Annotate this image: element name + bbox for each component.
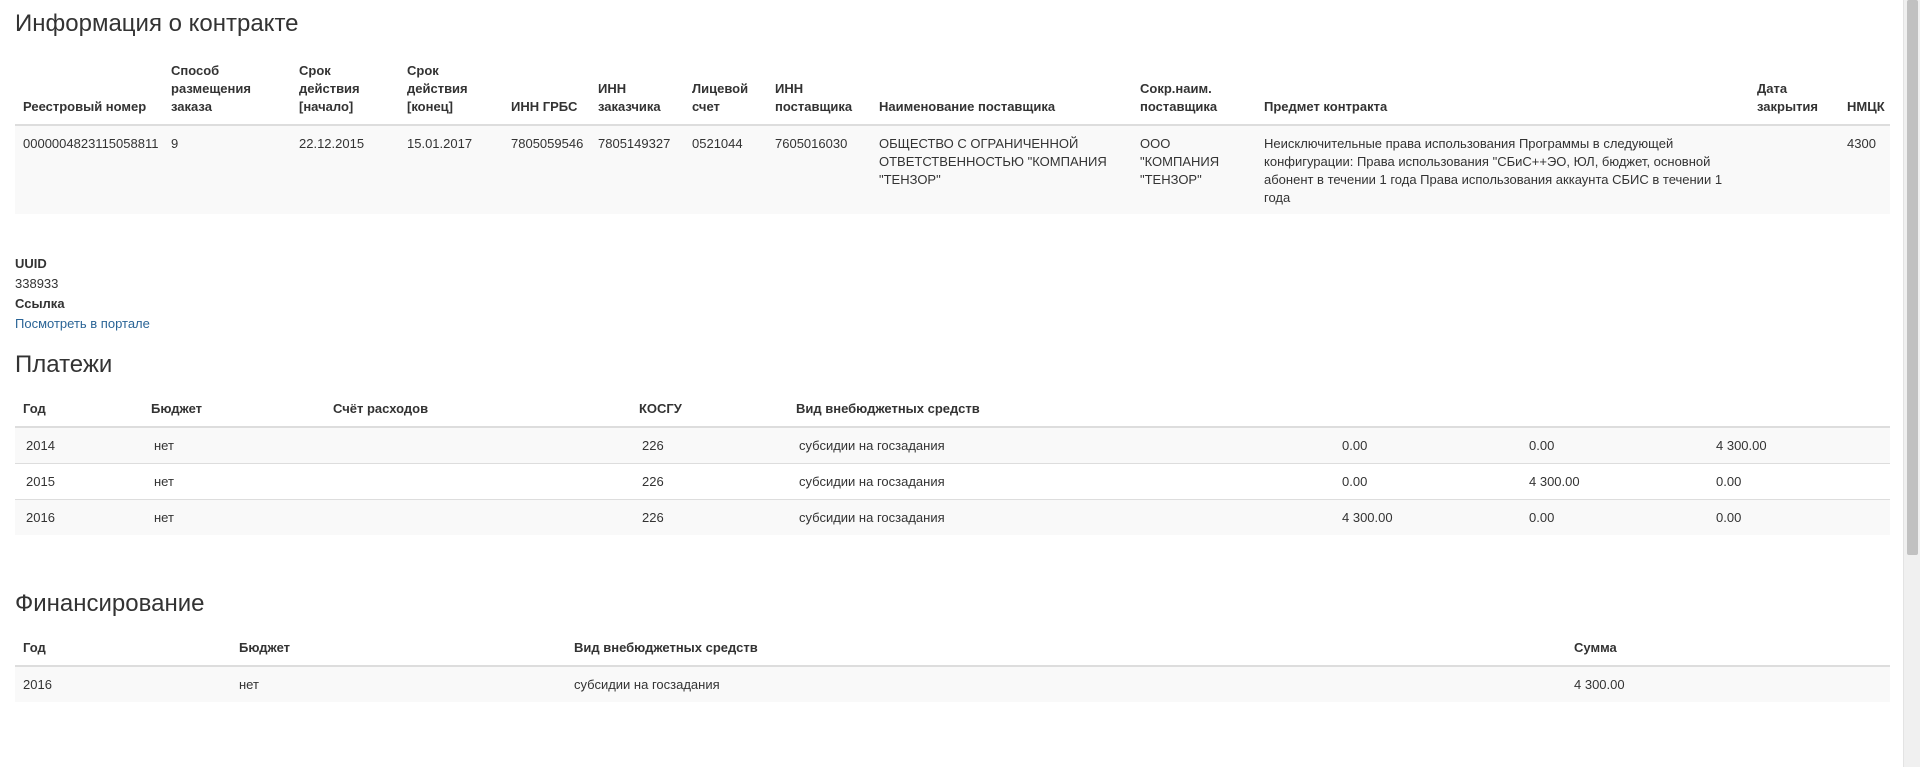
fund-type-cell: субсидии на госзадания <box>788 499 1331 535</box>
table-row: 0000004823115058811 9 22.12.2015 15.01.2… <box>15 125 1890 214</box>
start-date-cell: 22.12.2015 <box>291 125 399 214</box>
table-row: 2015 нет 226 субсидии на госзадания 0.00… <box>15 463 1890 500</box>
col-year: Год <box>15 632 231 667</box>
col-amount-1 <box>1331 393 1518 428</box>
expense-account-cell <box>325 463 631 500</box>
budget-cell: нет <box>143 499 325 535</box>
inn-customer-cell: 7805149327 <box>590 125 684 214</box>
year-cell: 2015 <box>15 463 143 500</box>
account-cell: 0521044 <box>684 125 767 214</box>
col-expense-account: Счёт расходов <box>325 393 631 428</box>
uuid-value: 338933 <box>15 276 59 291</box>
method-cell: 9 <box>163 125 291 214</box>
payments-header-row: Год Бюджет Счёт расходов КОСГУ Вид внебю… <box>15 393 1890 428</box>
col-budget: Бюджет <box>231 632 566 667</box>
amount-3-cell: 4 300.00 <box>1705 427 1890 464</box>
portal-link[interactable]: Посмотреть в портале <box>15 316 150 331</box>
col-fund-type: Вид внебюджетных средств <box>788 393 1331 428</box>
kosgu-cell: 226 <box>631 427 788 464</box>
close-date-cell <box>1749 125 1839 214</box>
sum-cell: 4 300.00 <box>1566 666 1890 702</box>
subject-cell: Неисключительные права использования Про… <box>1256 125 1749 214</box>
col-supplier-short: Сокр.наим. поставщика <box>1132 55 1256 126</box>
col-year: Год <box>15 393 143 428</box>
budget-cell: нет <box>143 463 325 500</box>
amount-2-cell: 4 300.00 <box>1518 463 1705 500</box>
col-inn-supplier: ИНН поставщика <box>767 55 871 126</box>
amount-1-cell: 0.00 <box>1331 463 1518 500</box>
contract-info-title: Информация о контракте <box>15 10 299 37</box>
year-cell: 2016 <box>15 666 231 702</box>
expense-account-cell <box>325 427 631 464</box>
reg-number-cell: 0000004823115058811 <box>15 125 163 214</box>
col-amount-3 <box>1705 393 1890 428</box>
fund-type-cell: субсидии на госзадания <box>566 666 1566 702</box>
fund-type-cell: субсидии на госзадания <box>788 463 1331 500</box>
col-subject: Предмет контракта <box>1256 55 1749 126</box>
table-row: 2016 нет 226 субсидии на госзадания 4 30… <box>15 499 1890 535</box>
inn-supplier-cell: 7605016030 <box>767 125 871 214</box>
amount-1-cell: 4 300.00 <box>1331 499 1518 535</box>
col-budget: Бюджет <box>143 393 325 428</box>
year-cell: 2014 <box>15 427 143 464</box>
payments-table: Год Бюджет Счёт расходов КОСГУ Вид внебю… <box>15 393 1890 535</box>
amount-2-cell: 0.00 <box>1518 499 1705 535</box>
table-row: 2014 нет 226 субсидии на госзадания 0.00… <box>15 427 1890 464</box>
col-nmck: НМЦК <box>1839 55 1890 126</box>
col-inn-grbs: ИНН ГРБС <box>503 55 590 126</box>
contract-table: Реестровый номер Способ размещения заказ… <box>15 55 1890 214</box>
budget-cell: нет <box>143 427 325 464</box>
col-end: Срок действия [конец] <box>399 55 503 126</box>
fund-type-cell: субсидии на госзадания <box>788 427 1331 464</box>
financing-header-row: Год Бюджет Вид внебюджетных средств Сумм… <box>15 632 1890 667</box>
contract-header-row: Реестровый номер Способ размещения заказ… <box>15 55 1890 126</box>
year-cell: 2016 <box>15 499 143 535</box>
nmck-cell: 4300 <box>1839 125 1890 214</box>
kosgu-cell: 226 <box>631 463 788 500</box>
amount-1-cell: 0.00 <box>1331 427 1518 464</box>
inn-grbs-cell: 7805059546 <box>503 125 590 214</box>
uuid-label: UUID <box>15 256 47 271</box>
col-fund-type: Вид внебюджетных средств <box>566 632 1566 667</box>
vertical-scrollbar[interactable] <box>1903 0 1920 767</box>
supplier-name-cell: ОБЩЕСТВО С ОГРАНИЧЕННОЙ ОТВЕТСТВЕННОСТЬЮ… <box>871 125 1132 214</box>
amount-3-cell: 0.00 <box>1705 499 1890 535</box>
scrollbar-thumb[interactable] <box>1907 0 1918 555</box>
expense-account-cell <box>325 499 631 535</box>
link-value: Посмотреть в портале <box>15 314 150 334</box>
col-account: Лицевой счет <box>684 55 767 126</box>
col-inn-customer: ИНН заказчика <box>590 55 684 126</box>
financing-title: Финансирование <box>15 590 205 617</box>
end-date-cell: 15.01.2017 <box>399 125 503 214</box>
col-sum: Сумма <box>1566 632 1890 667</box>
link-label: Ссылка <box>15 296 65 311</box>
financing-table: Год Бюджет Вид внебюджетных средств Сумм… <box>15 632 1890 702</box>
col-method: Способ размещения заказа <box>163 55 291 126</box>
budget-cell: нет <box>231 666 566 702</box>
col-amount-2 <box>1518 393 1705 428</box>
table-row: 2016 нет субсидии на госзадания 4 300.00 <box>15 666 1890 702</box>
col-reg-number: Реестровый номер <box>15 55 163 126</box>
amount-3-cell: 0.00 <box>1705 463 1890 500</box>
contract-meta: UUID 338933 Ссылка Посмотреть в портале <box>15 254 150 334</box>
col-kosgu: КОСГУ <box>631 393 788 428</box>
payments-title: Платежи <box>15 351 113 378</box>
col-close-date: Дата закрытия <box>1749 55 1839 126</box>
col-start: Срок действия [начало] <box>291 55 399 126</box>
kosgu-cell: 226 <box>631 499 788 535</box>
amount-2-cell: 0.00 <box>1518 427 1705 464</box>
supplier-short-cell: ООО "КОМПАНИЯ "ТЕНЗОР" <box>1132 125 1256 214</box>
col-supplier-name: Наименование поставщика <box>871 55 1132 126</box>
